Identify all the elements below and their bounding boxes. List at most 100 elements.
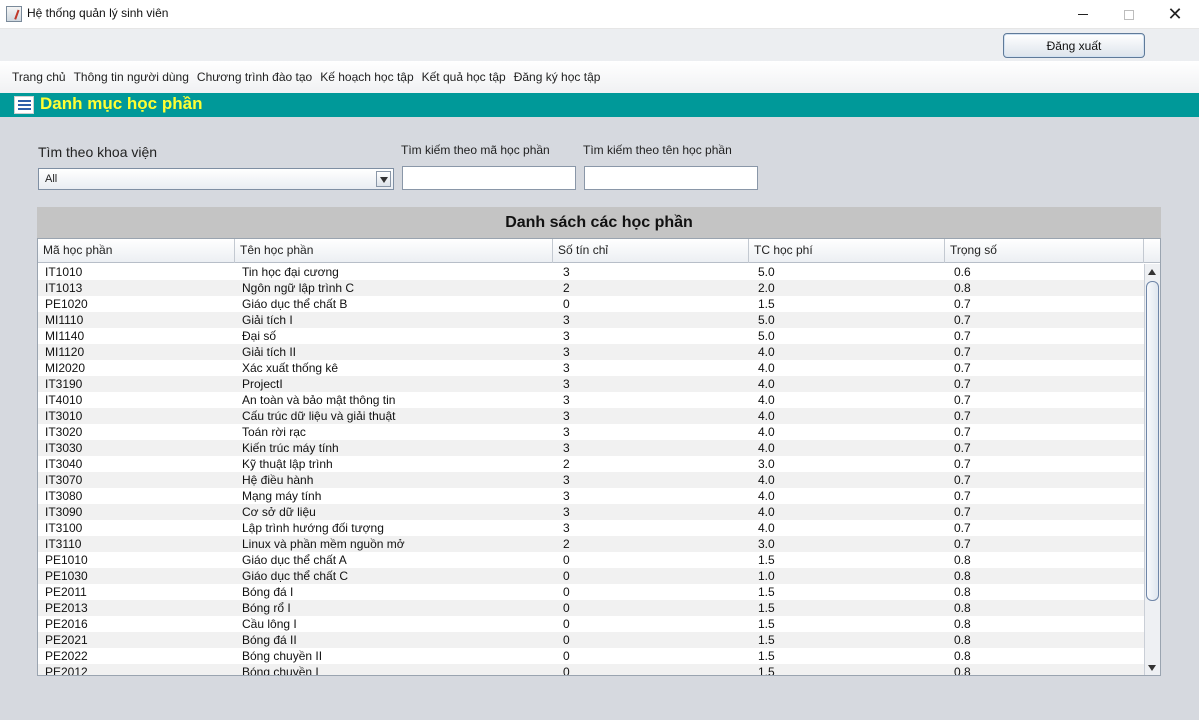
table-row[interactable]: MI1110 Giải tích I 3 5.0 0.7 — [38, 312, 1144, 328]
minimize-icon — [1078, 14, 1088, 15]
cell-code: MI2020 — [45, 361, 86, 375]
cell-credits: 3 — [563, 361, 570, 375]
cell-fee-credits: 4.0 — [758, 473, 775, 487]
cell-fee-credits: 1.5 — [758, 633, 775, 647]
column-header-credits[interactable]: Số tín chỉ — [553, 239, 749, 263]
table-row[interactable]: PE2021 Bóng đá II 0 1.5 0.8 — [38, 632, 1144, 648]
cell-code: PE2016 — [45, 617, 88, 631]
table-row[interactable]: IT3020 Toán rời rạc 3 4.0 0.7 — [38, 424, 1144, 440]
table-row[interactable]: IT3080 Mạng máy tính 3 4.0 0.7 — [38, 488, 1144, 504]
table-row[interactable]: IT3190 ProjectI 3 4.0 0.7 — [38, 376, 1144, 392]
table-row[interactable]: PE1030 Giáo dục thể chất C 0 1.0 0.8 — [38, 568, 1144, 584]
cell-credits: 3 — [563, 377, 570, 391]
table-row[interactable]: PE2012 Bóng chuyền I 0 1.5 0.8 — [38, 664, 1144, 676]
cell-weight: 0.7 — [954, 489, 971, 503]
cell-code: IT3070 — [45, 473, 83, 487]
column-header-fee-credits[interactable]: TC học phí — [749, 239, 945, 263]
close-button[interactable]: ✕ — [1152, 0, 1198, 29]
maximize-button[interactable] — [1106, 0, 1152, 29]
code-search-input[interactable] — [402, 166, 576, 190]
table-row[interactable]: PE1010 Giáo dục thể chất A 0 1.5 0.8 — [38, 552, 1144, 568]
cell-weight: 0.8 — [954, 569, 971, 583]
cell-fee-credits: 3.0 — [758, 457, 775, 471]
menu-item-registration[interactable]: Đăng ký học tập — [510, 70, 605, 84]
menu-item-curriculum[interactable]: Chương trình đào tạo — [193, 70, 316, 84]
table-row[interactable]: IT3040 Kỹ thuật lập trình 2 3.0 0.7 — [38, 456, 1144, 472]
faculty-select[interactable]: All — [38, 168, 394, 190]
cell-weight: 0.7 — [954, 297, 971, 311]
table-row[interactable]: PE2022 Bóng chuyền II 0 1.5 0.8 — [38, 648, 1144, 664]
table-row[interactable]: MI2020 Xác xuất thống kê 3 4.0 0.7 — [38, 360, 1144, 376]
cell-fee-credits: 1.5 — [758, 601, 775, 615]
table-row[interactable]: PE2011 Bóng đá I 0 1.5 0.8 — [38, 584, 1144, 600]
cell-code: PE2022 — [45, 649, 88, 663]
scrollbar-thumb[interactable] — [1146, 281, 1159, 601]
cell-weight: 0.7 — [954, 505, 971, 519]
cell-weight: 0.8 — [954, 585, 971, 599]
cell-credits: 0 — [563, 553, 570, 567]
cell-credits: 3 — [563, 521, 570, 535]
table-row[interactable]: IT3100 Lập trình hướng đối tượng 3 4.0 0.7 — [38, 520, 1144, 536]
table-row[interactable]: PE1020 Giáo dục thể chất B 0 1.5 0.7 — [38, 296, 1144, 312]
table-row[interactable]: MI1140 Đại số 3 5.0 0.7 — [38, 328, 1144, 344]
cell-credits: 0 — [563, 601, 570, 615]
name-search-input[interactable] — [584, 166, 758, 190]
cell-fee-credits: 4.0 — [758, 521, 775, 535]
cell-code: IT3100 — [45, 521, 83, 535]
cell-code: PE1020 — [45, 297, 88, 311]
cell-code: PE1010 — [45, 553, 88, 567]
table-row[interactable]: PE2013 Bóng rổ I 0 1.5 0.8 — [38, 600, 1144, 616]
table-row[interactable]: IT1013 Ngôn ngữ lập trình C 2 2.0 0.8 — [38, 280, 1144, 296]
table-row[interactable]: IT3110 Linux và phần mềm nguồn mở 2 3.0 0.7 — [38, 536, 1144, 552]
menu-item-home[interactable]: Trang chủ — [8, 70, 70, 84]
cell-fee-credits: 1.5 — [758, 665, 775, 676]
cell-fee-credits: 4.0 — [758, 489, 775, 503]
cell-weight: 0.8 — [954, 633, 971, 647]
vertical-scrollbar[interactable] — [1144, 264, 1160, 675]
table-row[interactable]: MI1120 Giải tích II 3 4.0 0.7 — [38, 344, 1144, 360]
cell-name: Bóng chuyền I — [242, 665, 319, 676]
cell-code: PE2013 — [45, 601, 88, 615]
chevron-down-icon[interactable] — [376, 171, 391, 187]
menu-item-results[interactable]: Kết quả học tập — [418, 70, 510, 84]
course-table[interactable]: Mã học phần Tên học phần Số tín chỉ TC h… — [37, 238, 1161, 676]
menu-item-user-info[interactable]: Thông tin người dùng — [70, 70, 193, 84]
minimize-button[interactable] — [1060, 0, 1106, 29]
cell-name: Hệ điều hành — [242, 473, 314, 487]
table-row[interactable]: IT1010 Tin học đại cương 3 5.0 0.6 — [38, 264, 1144, 280]
cell-name: Giáo dục thể chất B — [242, 297, 348, 311]
cell-code: PE2011 — [45, 585, 87, 599]
column-header-code[interactable]: Mã học phần — [38, 239, 235, 263]
cell-weight: 0.8 — [954, 281, 971, 295]
cell-name: Mạng máy tính — [242, 489, 322, 503]
table-row[interactable]: IT3090 Cơ sở dữ liệu 3 4.0 0.7 — [38, 504, 1144, 520]
section-header: Danh mục học phần — [0, 93, 1199, 117]
menu-item-study-plan[interactable]: Kế hoạch học tập — [316, 70, 417, 84]
code-search-label: Tìm kiếm theo mã học phần — [401, 143, 550, 157]
cell-name: Lập trình hướng đối tượng — [242, 521, 384, 535]
cell-code: IT1010 — [45, 265, 83, 279]
cell-code: IT1013 — [45, 281, 83, 295]
scroll-up-icon[interactable] — [1145, 264, 1160, 280]
table-row[interactable]: IT4010 An toàn và bảo mật thông tin 3 4.0 0.… — [38, 392, 1144, 408]
logout-button[interactable]: Đăng xuất — [1003, 33, 1145, 58]
table-row[interactable]: PE2016 Cầu lông I 0 1.5 0.8 — [38, 616, 1144, 632]
cell-weight: 0.7 — [954, 441, 971, 455]
cell-code: PE2012 — [45, 665, 88, 676]
cell-weight: 0.7 — [954, 345, 971, 359]
cell-code: MI1120 — [45, 345, 85, 359]
table-row[interactable]: IT3010 Cấu trúc dữ liệu và giải thuật 3 4.0… — [38, 408, 1144, 424]
cell-name: Tin học đại cương — [242, 265, 339, 279]
toolbar: Đăng xuất — [0, 29, 1199, 61]
scroll-down-icon[interactable] — [1145, 660, 1160, 675]
cell-code: IT3110 — [45, 537, 82, 551]
table-row[interactable]: IT3070 Hệ điều hành 3 4.0 0.7 — [38, 472, 1144, 488]
faculty-filter-label: Tìm theo khoa viện — [38, 144, 158, 160]
cell-code: IT3090 — [45, 505, 83, 519]
cell-code: IT3030 — [45, 441, 83, 455]
table-row[interactable]: IT3030 Kiến trúc máy tính 3 4.0 0.7 — [38, 440, 1144, 456]
column-header-name[interactable]: Tên học phần — [235, 239, 553, 263]
cell-code: IT3190 — [45, 377, 83, 391]
cell-weight: 0.6 — [954, 265, 971, 279]
column-header-weight[interactable]: Trọng số — [945, 239, 1144, 263]
